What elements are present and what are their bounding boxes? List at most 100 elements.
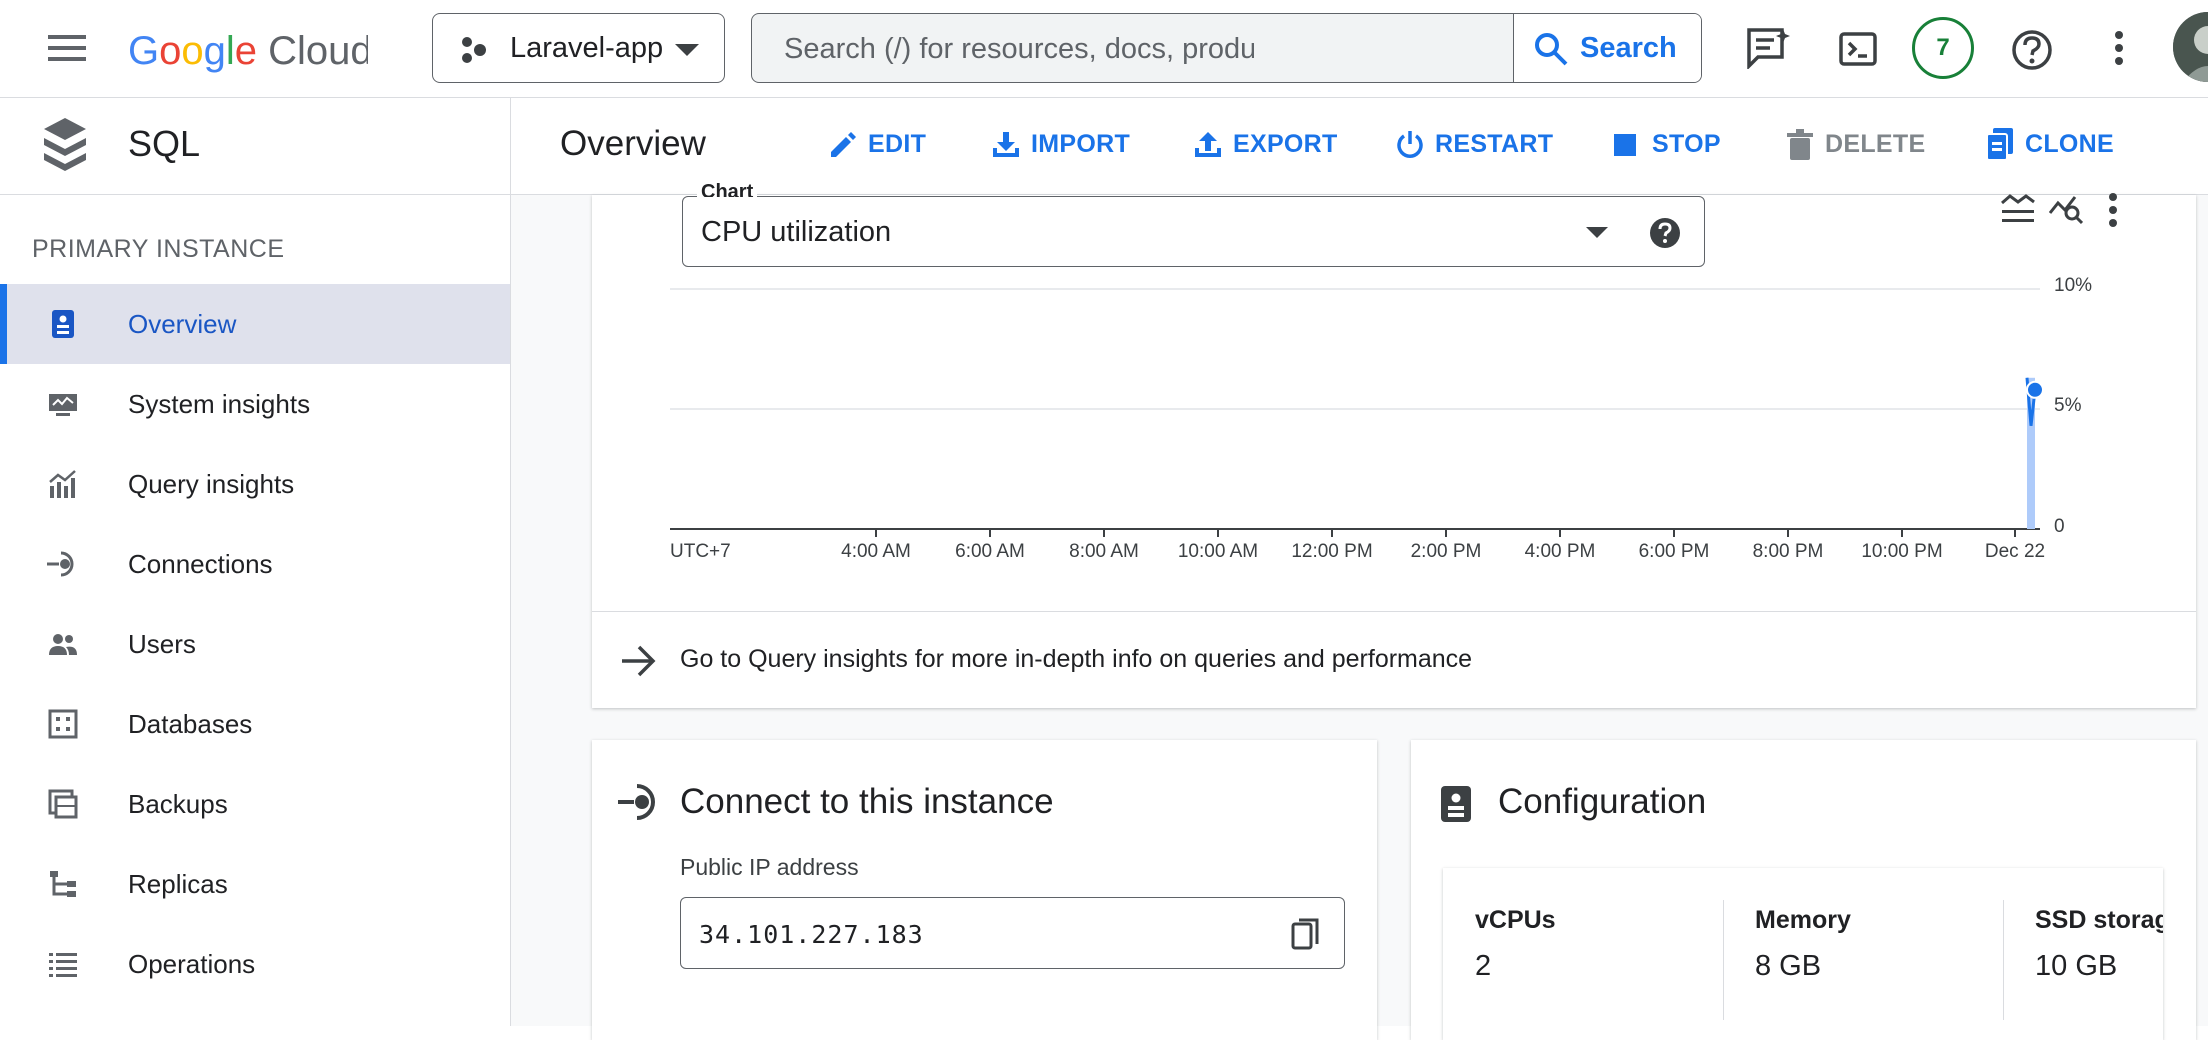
public-ip-value: 34.101.227.183 bbox=[699, 920, 924, 949]
sidebar-item-label: Overview bbox=[128, 309, 237, 339]
gemini-chat-icon[interactable] bbox=[1746, 27, 1790, 69]
sidebar-item-label: Databases bbox=[128, 709, 253, 739]
sidebar-item-query-insights[interactable]: Query insights bbox=[0, 444, 510, 524]
export-button-label: EXPORT bbox=[1233, 130, 1338, 158]
config-memory: Memory 8 GB bbox=[1723, 868, 2003, 1040]
chart-more-vert-icon[interactable] bbox=[2108, 193, 2118, 227]
config-storage-label: SSD storag bbox=[2035, 906, 2163, 934]
edit-button[interactable]: EDIT bbox=[826, 128, 946, 164]
edit-button-label: EDIT bbox=[868, 130, 927, 158]
top-bar: Google Cloud Laravel-app Search 7 bbox=[0, 0, 2208, 98]
y-tick-5: 5% bbox=[2054, 395, 2082, 416]
config-storage: SSD storag 10 GB bbox=[2003, 868, 2163, 1040]
query-insights-link-row[interactable]: Go to Query insights for more in-depth i… bbox=[592, 611, 2196, 709]
x-tick-label: 10:00 AM bbox=[1177, 541, 1259, 562]
explore-metrics-icon[interactable] bbox=[2049, 193, 2083, 225]
export-icon bbox=[1193, 130, 1223, 160]
import-icon bbox=[991, 130, 1021, 160]
x-tick-label: 10:00 PM bbox=[1861, 541, 1943, 562]
x-axis-ticks bbox=[875, 529, 2016, 537]
stop-button-label: STOP bbox=[1652, 130, 1721, 158]
x-tick-label: 8:00 AM bbox=[1069, 541, 1139, 562]
sidebar-item-databases[interactable]: Databases bbox=[0, 684, 510, 764]
import-button-label: IMPORT bbox=[1031, 130, 1131, 158]
sidebar-item-label: Operations bbox=[128, 949, 256, 979]
sidebar-item-users[interactable]: Users bbox=[0, 604, 510, 684]
project-selector[interactable]: Laravel-app bbox=[432, 13, 725, 83]
x-tick-label: 2:00 PM bbox=[1410, 541, 1482, 562]
search-button[interactable]: Search bbox=[1513, 14, 1701, 82]
sidebar-item-label: Users bbox=[128, 629, 196, 659]
users-icon bbox=[47, 628, 79, 660]
sidebar-item-connections[interactable]: Connections bbox=[0, 524, 510, 604]
config-vcpus-label: vCPUs bbox=[1475, 906, 1556, 934]
arrow-right-icon bbox=[620, 644, 656, 678]
public-ip-field[interactable]: 34.101.227.183 bbox=[680, 897, 1345, 969]
replicas-icon bbox=[47, 868, 79, 900]
clone-button-label: CLONE bbox=[2025, 130, 2114, 158]
x-tick-label: 4:00 AM bbox=[841, 541, 911, 562]
y-tick-10: 10% bbox=[2054, 275, 2093, 296]
legend-toggle-icon[interactable] bbox=[2001, 193, 2035, 225]
copy-icon[interactable] bbox=[1291, 918, 1319, 950]
config-vcpus: vCPUs 2 bbox=[1443, 868, 1723, 1040]
sidebar-item-operations[interactable]: Operations bbox=[0, 924, 510, 1004]
import-button[interactable]: IMPORT bbox=[989, 128, 1131, 164]
project-name: Laravel-app bbox=[510, 32, 664, 64]
search-bar: Search bbox=[751, 13, 1702, 83]
chart-metric-select[interactable]: Chart CPU utilization bbox=[682, 183, 1705, 267]
avatar[interactable] bbox=[2173, 12, 2208, 82]
google-cloud-logo-text: Google Cloud bbox=[128, 29, 368, 73]
notifications-badge[interactable]: 7 bbox=[1912, 17, 1974, 79]
sidebar-item-label: Connections bbox=[128, 549, 273, 579]
google-cloud-logo[interactable]: Google Cloud bbox=[128, 20, 368, 76]
edit-pencil-icon bbox=[828, 130, 858, 160]
public-ip-label: Public IP address bbox=[680, 854, 859, 880]
chart-select-label: Chart bbox=[697, 183, 758, 197]
search-input[interactable] bbox=[782, 14, 1256, 82]
sidebar-item-overview[interactable]: Overview bbox=[0, 284, 510, 364]
monitor-icon bbox=[47, 388, 79, 420]
x-tick-label: 6:00 PM bbox=[1638, 541, 1710, 562]
search-button-label: Search bbox=[1580, 32, 1677, 64]
sidebar-item-backups[interactable]: Backups bbox=[0, 764, 510, 844]
overview-icon bbox=[47, 308, 79, 340]
configuration-icon bbox=[1439, 784, 1473, 824]
stop-icon bbox=[1614, 134, 1636, 156]
main-menu-icon[interactable] bbox=[48, 32, 86, 64]
sidebar-item-replicas[interactable]: Replicas bbox=[0, 844, 510, 924]
x-tick-label: 12:00 PM bbox=[1291, 541, 1373, 562]
delete-button-label: DELETE bbox=[1825, 130, 1926, 158]
backup-icon bbox=[47, 788, 79, 820]
series-layer bbox=[2025, 377, 2044, 529]
y-tick-0: 0 bbox=[2054, 516, 2065, 537]
sidebar-item-system-insights[interactable]: System insights bbox=[0, 364, 510, 444]
export-button[interactable]: EXPORT bbox=[1191, 128, 1337, 164]
stop-button[interactable]: STOP bbox=[1610, 128, 1730, 164]
sidebar-item-label: System insights bbox=[128, 389, 311, 419]
more-vert-icon[interactable] bbox=[2114, 30, 2124, 66]
x-tick-label: 8:00 PM bbox=[1752, 541, 1824, 562]
clone-button[interactable]: CLONE bbox=[1983, 128, 2114, 164]
dropdown-arrow-icon bbox=[1586, 227, 1608, 238]
sidebar: PRIMARY INSTANCE Overview System insight… bbox=[0, 195, 510, 1026]
connection-icon bbox=[618, 780, 662, 824]
cloud-shell-icon[interactable] bbox=[1839, 32, 1877, 66]
search-icon bbox=[1534, 32, 1568, 66]
series-point[interactable] bbox=[2026, 380, 2044, 399]
restart-button[interactable]: RESTART bbox=[1393, 128, 1553, 164]
chevron-down-icon bbox=[675, 44, 699, 56]
config-storage-value: 10 GB bbox=[2035, 950, 2118, 982]
x-tick-label: 4:00 PM bbox=[1524, 541, 1596, 562]
configuration-card-title: Configuration bbox=[1498, 782, 1707, 821]
sidebar-item-label: Query insights bbox=[128, 469, 295, 499]
help-circle-icon[interactable] bbox=[1649, 217, 1681, 249]
config-vcpus-value: 2 bbox=[1475, 950, 1492, 982]
clone-icon bbox=[1985, 128, 2015, 162]
help-icon[interactable] bbox=[2011, 29, 2053, 71]
chart-metric-value: CPU utilization bbox=[701, 216, 892, 248]
delete-button[interactable]: DELETE bbox=[1783, 128, 1926, 164]
page-header-bar: SQL Overview EDIT IMPORT EXPORT RESTART … bbox=[0, 98, 2208, 195]
svg-text:Google Cloud: Google Cloud bbox=[128, 29, 368, 73]
cpu-utilization-chart bbox=[670, 288, 2044, 537]
